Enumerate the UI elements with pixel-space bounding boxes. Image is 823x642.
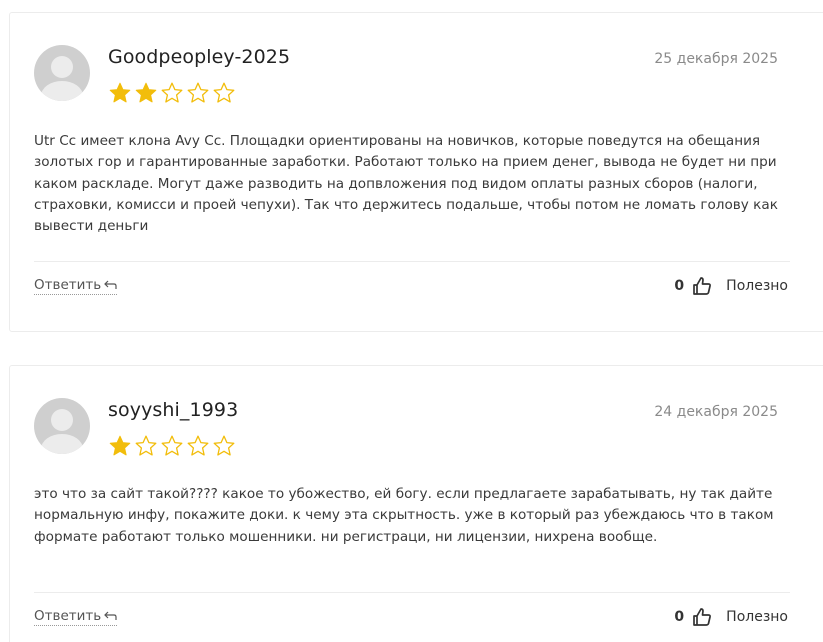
thumbs-up-icon[interactable] (692, 276, 712, 296)
reply-link[interactable]: Ответить (34, 608, 118, 626)
review-card: soyyshi_1993 24 декабря 2025 это что за … (9, 365, 823, 642)
review-footer: Ответить 0 Полезно (34, 607, 788, 627)
review-text: это что за сайт такой???? какое то убоже… (34, 486, 774, 545)
star-filled-icon (109, 82, 131, 103)
reply-arrow-icon (104, 611, 117, 620)
review-author: Goodpeopley-2025 (108, 46, 291, 68)
user-avatar-placeholder-icon (34, 45, 90, 101)
star-outline-icon (161, 435, 183, 456)
reply-link[interactable]: Ответить (34, 277, 118, 295)
review-date: 25 декабря 2025 (654, 51, 778, 67)
review-text: Utr Cc имеет клона Avy Cc. Площадки орие… (34, 133, 778, 235)
thumbs-up-icon[interactable] (692, 607, 712, 627)
divider (34, 261, 790, 262)
review-footer: Ответить 0 Полезно (34, 276, 788, 296)
reply-label: Ответить (34, 277, 102, 293)
rating-stars (108, 434, 236, 458)
star-filled-icon (135, 82, 157, 103)
review-card: Goodpeopley-2025 25 декабря 2025 Utr Cc … (9, 12, 823, 332)
star-outline-icon (187, 82, 209, 103)
star-outline-icon (187, 435, 209, 456)
reply-label: Ответить (34, 608, 102, 624)
star-outline-icon (213, 435, 235, 456)
helpful-label[interactable]: Полезно (726, 278, 788, 294)
helpful-block: 0 Полезно (674, 276, 788, 296)
star-outline-icon (161, 82, 183, 103)
helpful-count: 0 (674, 278, 685, 294)
review-date: 24 декабря 2025 (654, 404, 778, 420)
divider (34, 592, 790, 593)
star-outline-icon (135, 435, 157, 456)
helpful-count: 0 (674, 609, 685, 625)
review-author: soyyshi_1993 (108, 399, 239, 421)
user-avatar-placeholder-icon (34, 398, 90, 454)
helpful-label[interactable]: Полезно (726, 609, 788, 625)
reply-arrow-icon (104, 280, 117, 289)
star-filled-icon (109, 435, 131, 456)
star-outline-icon (213, 82, 235, 103)
helpful-block: 0 Полезно (674, 607, 788, 627)
rating-stars (108, 81, 236, 105)
